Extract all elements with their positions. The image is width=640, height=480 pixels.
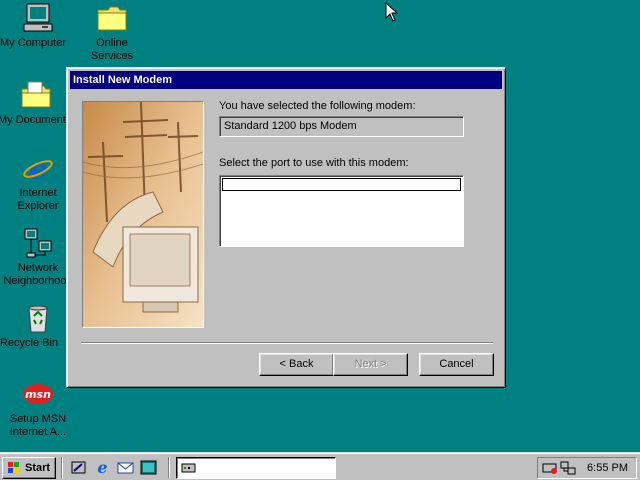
desktop-icon-internet-explorer[interactable]: e Internet Explorer	[0, 152, 76, 212]
modem-task-icon	[181, 463, 196, 473]
modem-wizard-artwork-icon	[83, 102, 203, 327]
port-listbox[interactable]	[219, 175, 464, 247]
channels-icon[interactable]	[140, 459, 157, 476]
taskbar: Start e 6:55 PM	[0, 452, 640, 480]
selected-modem-label: You have selected the following modem:	[219, 100, 416, 112]
taskbar-separator	[61, 457, 63, 478]
desktop-icon-label: My Computer	[0, 37, 67, 49]
desktop-icon-label: Online Services	[90, 37, 134, 62]
port-select-label: Select the port to use with this modem:	[219, 157, 409, 169]
network-icon	[24, 228, 52, 258]
back-button[interactable]: < Back	[259, 353, 334, 376]
recycle-bin-icon	[28, 305, 48, 333]
wizard-illustration	[82, 101, 204, 328]
computer-icon	[23, 3, 53, 32]
install-new-modem-dialog: Install New Modem You have selected the …	[66, 67, 506, 388]
cancel-button[interactable]: Cancel	[419, 353, 494, 376]
selected-modem-field: Standard 1200 bps Modem	[219, 116, 464, 137]
svg-text:e: e	[97, 459, 107, 476]
system-tray: 6:55 PM	[537, 457, 637, 479]
folder-icon	[97, 6, 127, 31]
desktop-icon-label: Internet Explorer	[17, 187, 59, 212]
desktop-icon-label: Recycle Bin	[0, 337, 59, 349]
desktop-icon-recycle-bin[interactable]: Recycle Bin	[0, 302, 76, 349]
mouse-cursor-icon	[385, 2, 399, 22]
desktop-icon-label: Network Neighborhood	[3, 262, 73, 287]
documents-folder-icon	[21, 81, 51, 108]
dialog-title[interactable]: Install New Modem	[70, 71, 502, 89]
modem-tray-icon[interactable]	[542, 461, 558, 475]
desktop-icon-label: My Documents	[0, 114, 72, 126]
desktop-icon-setup-msn[interactable]: msn Setup MSN Internet A...	[0, 378, 76, 438]
next-button[interactable]: Next >	[333, 353, 408, 376]
start-label: Start	[25, 462, 51, 474]
taskbar-separator	[168, 457, 170, 478]
taskbar-clock[interactable]: 6:55 PM	[587, 462, 628, 474]
desktop-icon-label: Setup MSN Internet A...	[9, 413, 67, 438]
desktop-icon-my-computer[interactable]: My Computer	[0, 2, 76, 49]
start-button[interactable]: Start	[2, 457, 56, 479]
outlook-express-icon[interactable]	[117, 459, 134, 476]
port-list-focus-row[interactable]	[222, 178, 461, 191]
desktop-icon-online-services[interactable]: Online Services	[74, 2, 150, 62]
windows-logo-icon	[8, 462, 19, 473]
msn-icon: msn	[23, 384, 53, 404]
network-tray-icon[interactable]	[560, 461, 576, 475]
ie-quicklaunch-icon[interactable]: e	[94, 459, 111, 476]
desktop-icon-network-neighborhood[interactable]: Network Neighborhood	[0, 227, 76, 287]
dialog-separator	[81, 342, 493, 344]
internet-explorer-icon: e	[23, 152, 53, 184]
show-desktop-icon[interactable]	[70, 459, 87, 476]
svg-text:msn: msn	[25, 388, 51, 401]
taskbar-task-button[interactable]	[176, 457, 336, 479]
desktop-icon-my-documents[interactable]: My Documents	[0, 79, 74, 126]
